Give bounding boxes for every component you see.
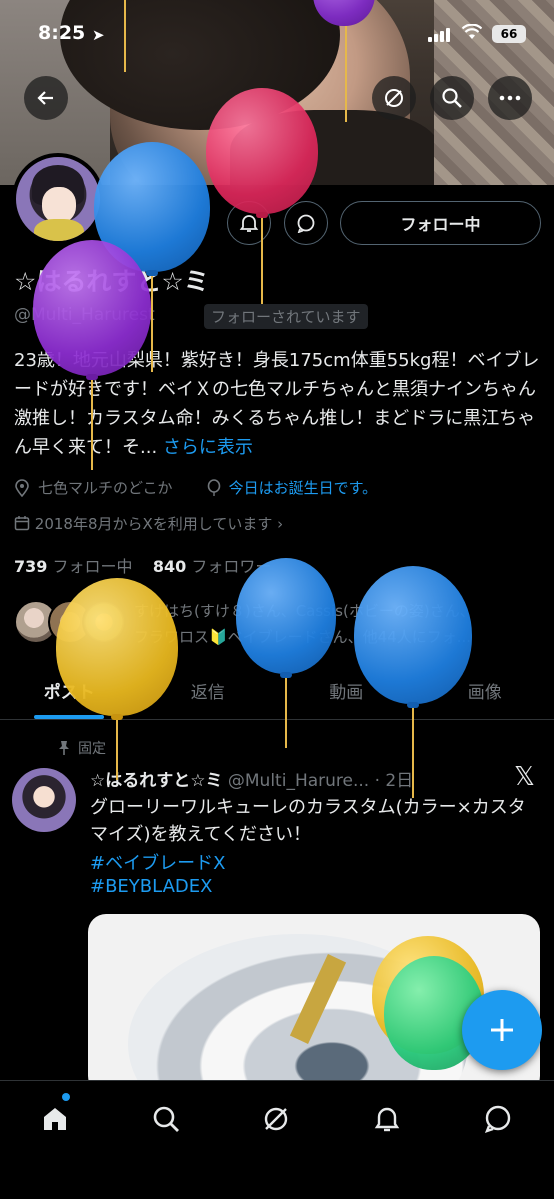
follow-counts: 739 フォロー中 840 フォロワー — [14, 553, 271, 577]
calendar-icon — [14, 516, 30, 531]
bio-text: 23歳！地元山梨県！紫好き！身長175cm体重55kg程！ベイブレードが好きです… — [14, 350, 540, 458]
bio-show-more-link[interactable]: さらに表示 — [163, 437, 253, 458]
post-author-name[interactable]: ☆はるれすと☆ミ — [90, 771, 222, 791]
profile-tabs: ポスト 返信 動画 画像 — [0, 668, 554, 720]
search-button[interactable] — [430, 76, 474, 120]
battery-indicator: 66 — [492, 25, 526, 43]
notify-button[interactable] — [227, 201, 271, 245]
display-name: ☆はるれすと☆ミ — [14, 267, 209, 296]
following-link[interactable]: 739 フォロー中 — [14, 557, 133, 576]
back-arrow-icon — [37, 91, 53, 105]
grok-button[interactable] — [372, 76, 416, 120]
post-time: · 2日 — [374, 771, 414, 791]
tab-replies[interactable]: 返信 — [139, 668, 278, 719]
nav-notifications[interactable] — [367, 1099, 407, 1139]
profile-handle: @Multi_Harurest — [14, 305, 155, 325]
bell-icon — [374, 1107, 400, 1132]
avatar-body — [34, 219, 84, 241]
hashtag-link[interactable]: #ベイブレードX — [90, 849, 225, 875]
message-icon — [484, 1105, 511, 1133]
message-button[interactable] — [284, 201, 328, 245]
followers-count: 840 — [152, 557, 187, 576]
location-pin-icon — [15, 478, 29, 497]
following-button[interactable]: フォロー中 — [340, 201, 541, 245]
pinned-indicator: 固定 — [58, 738, 106, 758]
tab-media-label: 画像 — [467, 683, 502, 703]
back-button[interactable] — [24, 76, 68, 120]
bottom-navigation — [0, 1080, 554, 1199]
tab-posts-label: ポスト — [43, 683, 95, 703]
followed-by-line2: フラワロス🔰ベイブレードさん、他44人にフォ... — [134, 628, 472, 646]
following-count: 739 — [14, 557, 48, 576]
balloon-icon — [207, 478, 220, 496]
search-icon — [442, 88, 462, 108]
tab-posts[interactable]: ポスト — [0, 668, 139, 719]
nav-home[interactable] — [35, 1099, 75, 1139]
message-icon — [297, 214, 315, 233]
following-label: フォロー中 — [52, 557, 133, 576]
followed-by-row[interactable]: すけはち(すけ８)さん、Cassis(ホビーの姿)さん、 フラワロス🔰ベイブレー… — [14, 596, 544, 650]
profile-avatar[interactable] — [12, 153, 104, 245]
nav-messages[interactable] — [478, 1099, 518, 1139]
location-arrow-icon: ➤ — [92, 26, 105, 44]
followed-by-line1: すけはち(すけ８)さん、Cassis(ホビーの姿)さん、 — [134, 602, 475, 620]
post-author-avatar[interactable] — [12, 768, 76, 832]
tab-videos-label: 動画 — [329, 683, 364, 703]
post-text: グローリーワルキューレのカラスタム(カラー×カスタマイズ)を教えてください！ — [90, 797, 526, 845]
avatar-face — [42, 187, 76, 223]
pin-icon — [59, 741, 69, 755]
joined-text: 2018年8月からXを利用しています — [34, 515, 273, 533]
follower-avatar — [82, 600, 126, 644]
bell-plus-icon — [239, 215, 259, 232]
nav-search[interactable] — [146, 1099, 186, 1139]
hashtag-link[interactable]: #BEYBLADEX — [90, 876, 212, 897]
tab-replies-label: 返信 — [190, 683, 225, 703]
grok-icon — [385, 89, 403, 107]
banner-mask — [230, 110, 440, 185]
active-tab-indicator — [34, 715, 105, 719]
profile-bio: 23歳！地元山梨県！紫好き！身長175cm体重55kg程！ベイブレードが好きです… — [14, 346, 544, 462]
home-icon — [44, 1108, 66, 1130]
nav-grok[interactable] — [256, 1099, 296, 1139]
tab-media[interactable]: 画像 — [416, 668, 554, 719]
profile-meta: 七色マルチのどこか 今日はお誕生日です。 — [14, 477, 377, 498]
post-author-handle[interactable]: @Multi_Harure... — [228, 771, 369, 791]
grok-icon — [264, 1107, 288, 1131]
wifi-icon — [461, 23, 483, 45]
x-logo-icon: 𝕏 — [514, 762, 535, 792]
joined-date[interactable]: 2018年8月からXを利用しています › — [14, 513, 283, 534]
birthday-text[interactable]: 今日はお誕生日です。 — [229, 477, 378, 498]
followers-link[interactable]: 840 フォロワー — [153, 557, 272, 576]
search-icon — [153, 1106, 179, 1132]
followed-by-text: すけはち(すけ８)さん、Cassis(ホビーの姿)さん、 フラワロス🔰ベイブレー… — [134, 598, 544, 650]
status-time: 8:25 — [38, 22, 86, 44]
followers-label: フォロワー — [191, 557, 272, 576]
compose-button[interactable] — [462, 990, 542, 1070]
status-bar: 8:25 ➤ 66 — [0, 22, 554, 50]
pinned-label: 固定 — [78, 741, 106, 757]
location-text: 七色マルチのどこか — [38, 479, 173, 497]
chevron-right-icon: › — [277, 515, 284, 533]
signal-icon — [428, 28, 450, 42]
post-header: ☆はるれすと☆ミ @Multi_Harure... · 2日 — [90, 766, 510, 791]
home-notification-dot — [62, 1093, 70, 1101]
follows-you-badge: フォローされています — [204, 304, 368, 329]
post-image-beyblade — [128, 934, 468, 1094]
tab-videos[interactable]: 動画 — [277, 668, 416, 719]
compose-plus-icon — [491, 1019, 513, 1041]
more-icon — [499, 95, 521, 101]
more-button[interactable] — [488, 76, 532, 120]
